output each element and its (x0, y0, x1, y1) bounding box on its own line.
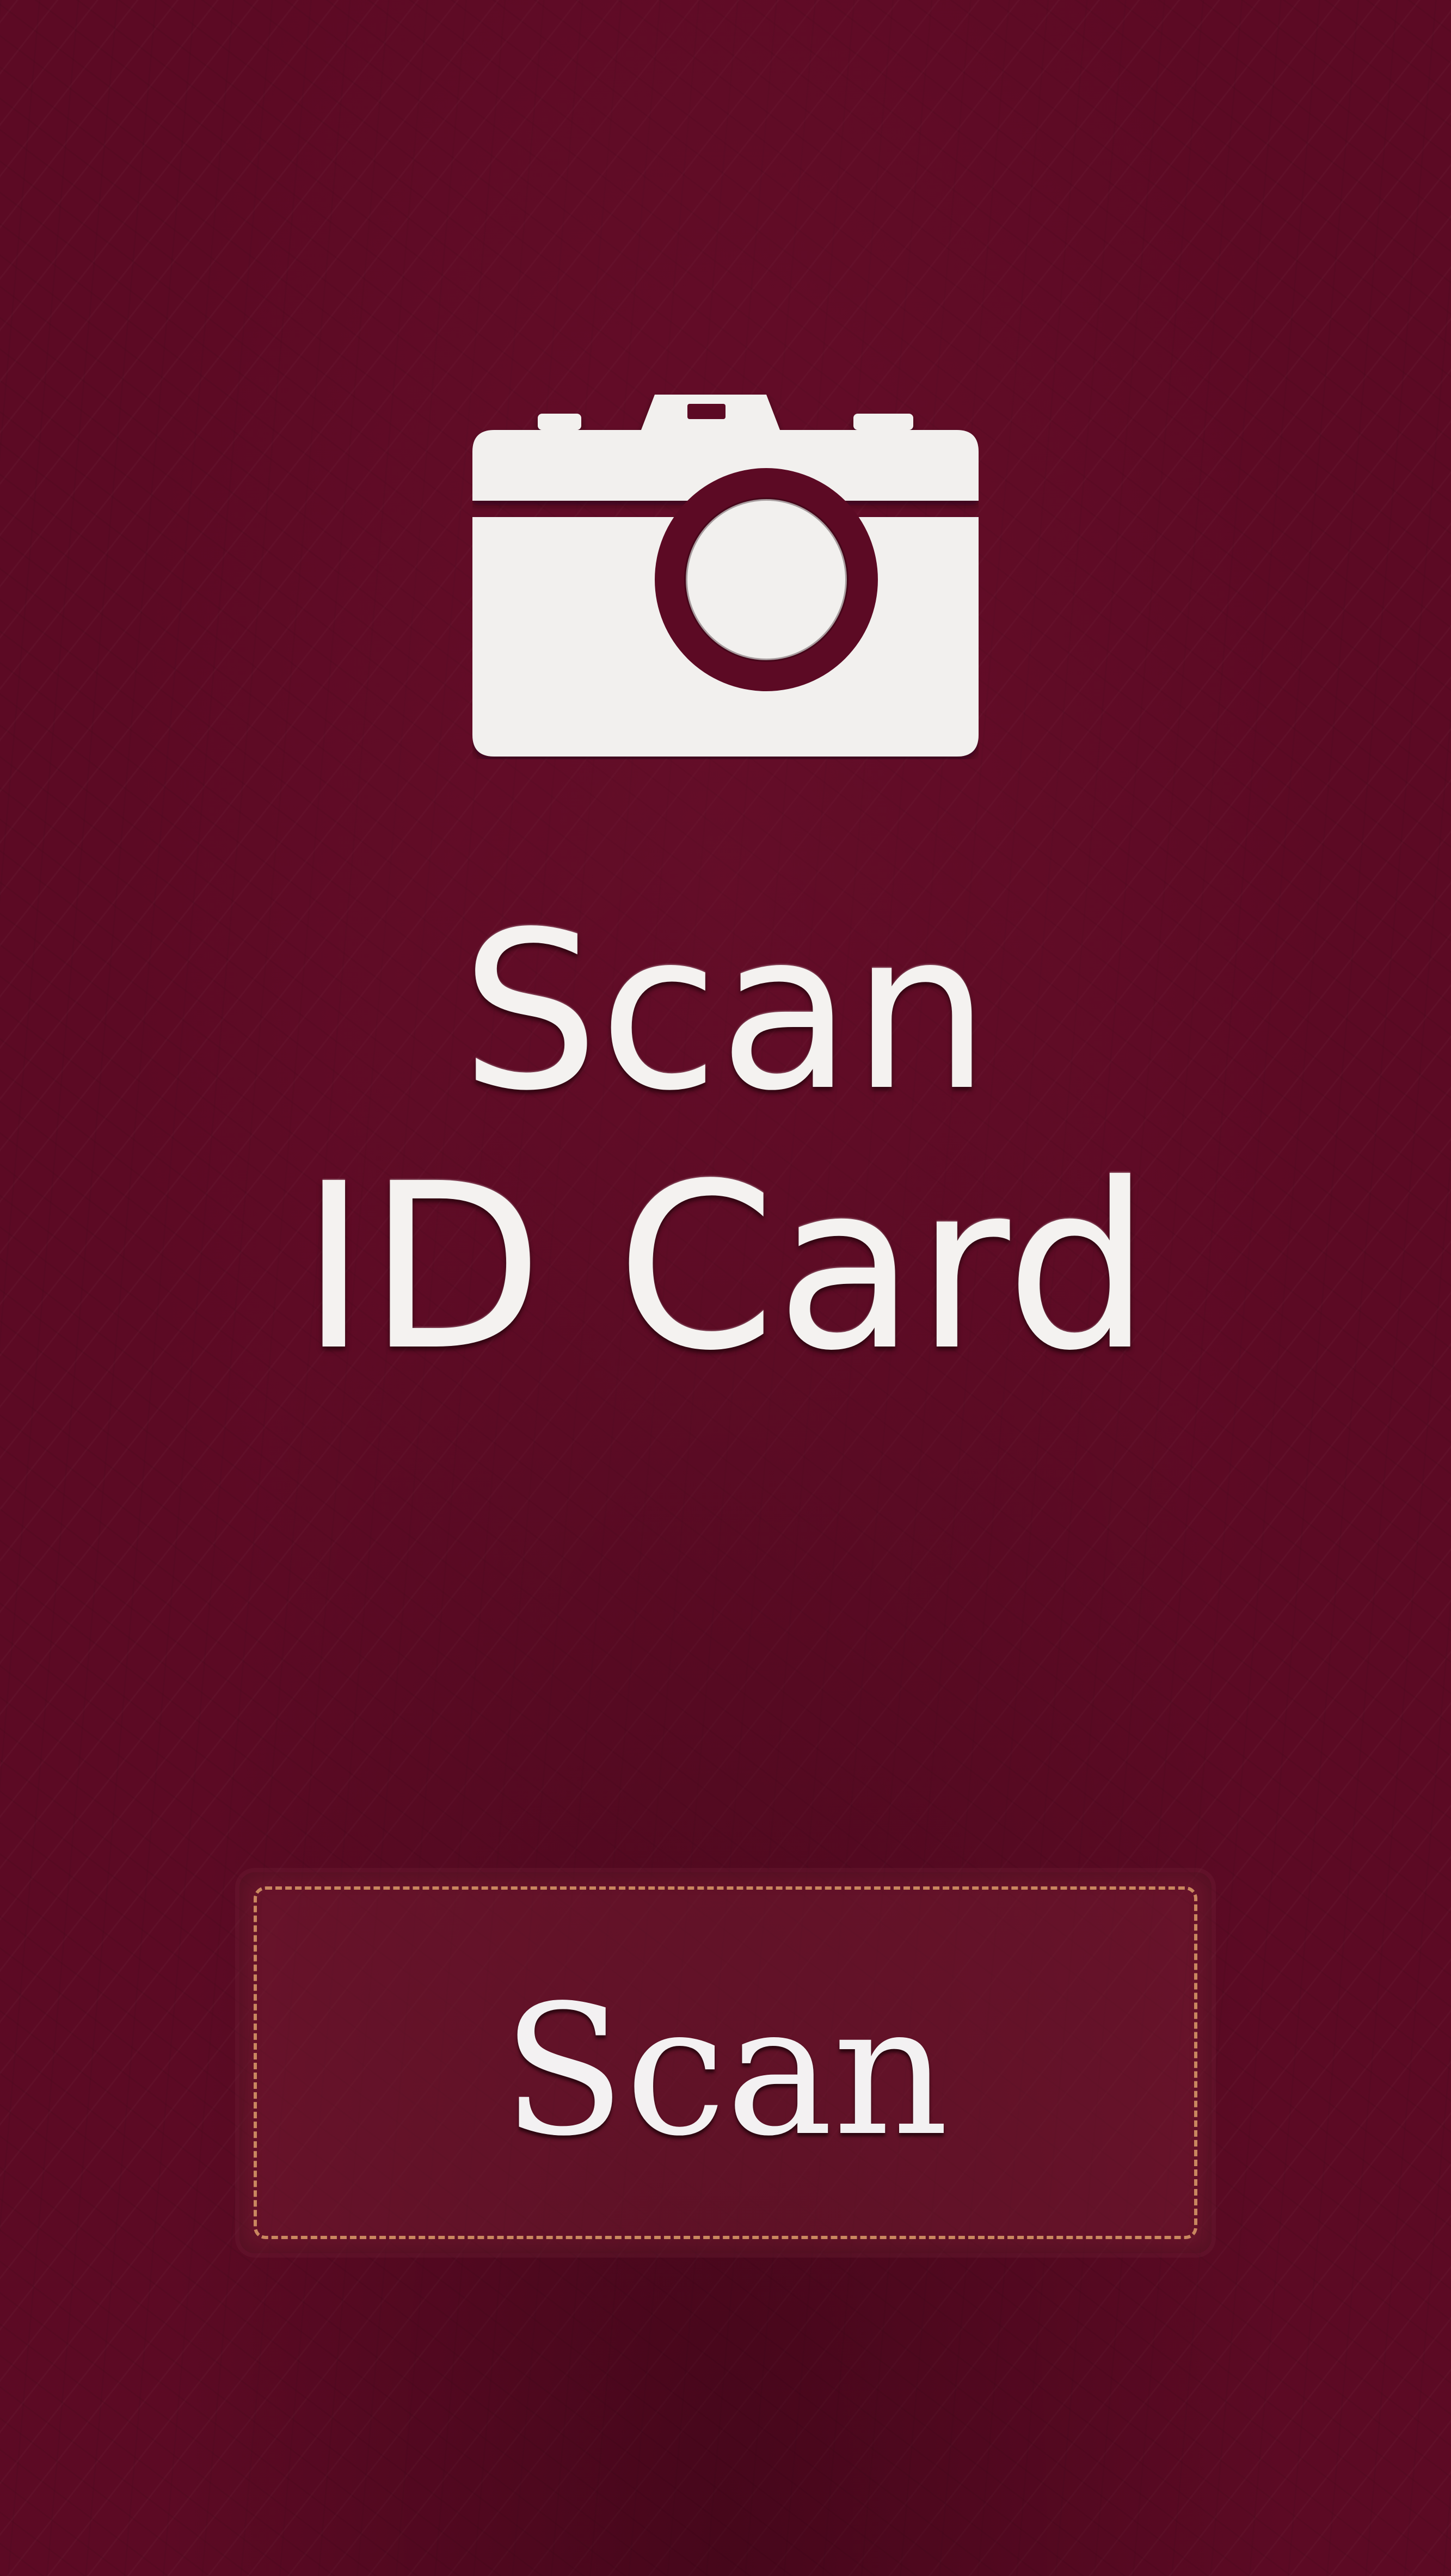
scan-id-screen: Scan ID Card Scan (0, 0, 1451, 2576)
scan-button[interactable]: Scan (239, 1872, 1212, 2253)
scan-button-label: Scan (502, 1966, 949, 2175)
hero-title: Scan ID Card (0, 903, 1451, 1410)
camera-icon (472, 392, 979, 759)
title-line-1: Scan (460, 886, 991, 1139)
title-line-2: ID Card (300, 1135, 1151, 1401)
